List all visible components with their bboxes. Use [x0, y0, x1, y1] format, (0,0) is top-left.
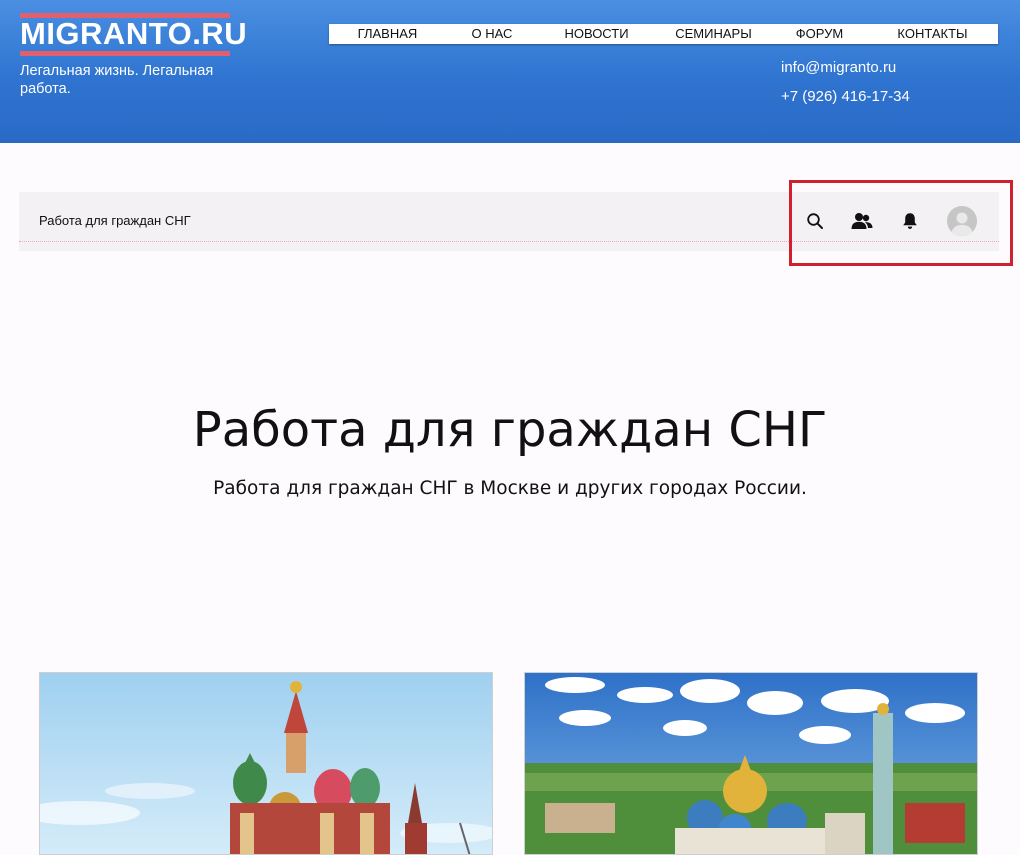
monastery-landscape-image[interactable] [524, 672, 978, 855]
moscow-cathedral-image[interactable] [39, 672, 493, 855]
nav-item-seminars[interactable]: СЕМИНАРЫ [655, 24, 772, 44]
site-header: MIGRANTO.RU Легальная жизнь. Легальная р… [0, 0, 1020, 143]
logo-text: MIGRANTO.RU [20, 16, 248, 51]
nav-item-about[interactable]: О НАС [446, 24, 538, 44]
contact-email-link[interactable]: info@migranto.ru [781, 59, 896, 76]
site-tagline: Легальная жизнь. Легальная работа. [20, 63, 214, 97]
nav-item-news[interactable]: НОВОСТИ [538, 24, 655, 44]
page-subtitle: Работа для граждан СНГ в Москве и других… [213, 478, 807, 499]
members-bar-title[interactable]: Работа для граждан СНГ [39, 213, 191, 228]
highlight-frame [789, 180, 1013, 266]
contact-phone: +7 (926) 416-17-34 [781, 88, 910, 105]
page-title: Работа для граждан СНГ [192, 402, 828, 458]
top-navigation: ГЛАВНАЯ О НАС НОВОСТИ СЕМИНАРЫ ФОРУМ КОН… [329, 24, 998, 44]
site-logo[interactable]: MIGRANTO.RU [20, 13, 248, 57]
nav-item-forum[interactable]: ФОРУМ [772, 24, 867, 44]
nav-item-home[interactable]: ГЛАВНАЯ [329, 24, 446, 44]
nav-item-contacts[interactable]: КОНТАКТЫ [867, 24, 998, 44]
